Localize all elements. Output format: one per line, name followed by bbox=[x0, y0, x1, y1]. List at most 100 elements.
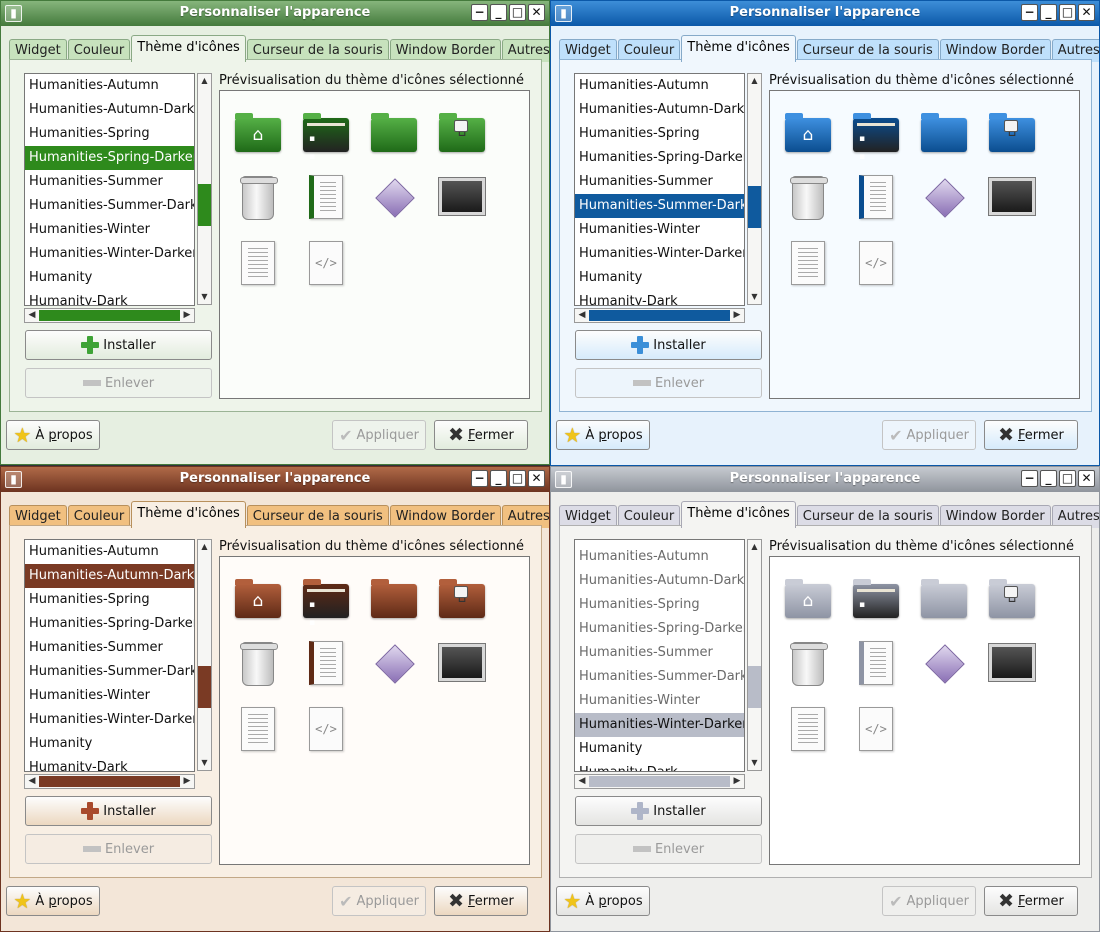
list-item[interactable]: Humanity-Dark bbox=[25, 290, 194, 305]
scroll-down-arrow-icon[interactable]: ▼ bbox=[748, 756, 761, 770]
close-window-button[interactable]: ✕ bbox=[528, 4, 545, 21]
list-item[interactable]: Humanities-Winter bbox=[575, 218, 744, 242]
list-item[interactable]: Humanities-Summer-Darker bbox=[575, 665, 744, 689]
list-item[interactable]: Humanities-Summer bbox=[575, 170, 744, 194]
list-item[interactable]: Humanities-Summer bbox=[575, 641, 744, 665]
install-button[interactable]: Installer bbox=[575, 796, 762, 826]
remove-button[interactable]: Enlever bbox=[575, 834, 762, 864]
list-item[interactable]: Humanities-Winter bbox=[575, 689, 744, 713]
help-button[interactable]: − bbox=[1021, 470, 1038, 487]
apply-button[interactable]: ✔ Appliquer bbox=[882, 420, 976, 450]
list-item[interactable]: Humanities-Spring-Darker bbox=[25, 146, 194, 170]
list-item[interactable]: Humanities-Autumn-Darker bbox=[25, 564, 194, 588]
list-item[interactable]: Humanity bbox=[575, 266, 744, 290]
about-button[interactable]: ★ À propos bbox=[6, 886, 100, 916]
scrollbar-thumb[interactable] bbox=[39, 310, 180, 321]
scroll-down-arrow-icon[interactable]: ▼ bbox=[198, 290, 211, 304]
list-item[interactable]: Humanity-Dark bbox=[575, 761, 744, 771]
list-item[interactable]: Humanities-Summer bbox=[25, 636, 194, 660]
apply-button[interactable]: ✔ Appliquer bbox=[332, 886, 426, 916]
scroll-left-arrow-icon[interactable]: ◀ bbox=[25, 775, 39, 788]
list-item[interactable]: Humanities-Autumn bbox=[575, 74, 744, 98]
list-item[interactable]: Humanities-Autumn bbox=[25, 74, 194, 98]
scrollbar-thumb[interactable] bbox=[748, 666, 761, 708]
scrollbar-thumb[interactable] bbox=[198, 666, 211, 708]
maximize-button[interactable]: □ bbox=[509, 4, 526, 21]
minimize-button[interactable]: _ bbox=[490, 470, 507, 487]
list-item[interactable]: Humanity-Dark bbox=[575, 290, 744, 305]
list-item[interactable]: Humanities-Winter-Darker bbox=[575, 713, 744, 737]
scrollbar-thumb[interactable] bbox=[198, 184, 211, 226]
close-window-button[interactable]: ✕ bbox=[1078, 470, 1095, 487]
list-vertical-scrollbar[interactable]: ▲ ▼ bbox=[197, 73, 212, 305]
list-item[interactable]: Humanities-Autumn-Darker bbox=[575, 98, 744, 122]
maximize-button[interactable]: □ bbox=[509, 470, 526, 487]
minimize-button[interactable]: _ bbox=[1040, 4, 1057, 21]
list-item[interactable]: Humanity bbox=[575, 737, 744, 761]
help-button[interactable]: − bbox=[471, 4, 488, 21]
list-vertical-scrollbar[interactable]: ▲ ▼ bbox=[747, 539, 762, 771]
close-button[interactable]: ✖ Fermer bbox=[434, 420, 528, 450]
close-button[interactable]: ✖ Fermer bbox=[984, 886, 1078, 916]
tab-2[interactable]: Thème d'icônes bbox=[681, 501, 796, 528]
list-item[interactable]: Humanity-Dark bbox=[25, 756, 194, 771]
scrollbar-thumb[interactable] bbox=[589, 310, 730, 321]
list-item[interactable]: Humanities-Summer-Darker bbox=[25, 660, 194, 684]
list-item[interactable]: Humanities-Winter bbox=[25, 684, 194, 708]
list-horizontal-scrollbar[interactable]: ◀ ▶ bbox=[24, 308, 195, 323]
close-window-button[interactable]: ✕ bbox=[1078, 4, 1095, 21]
title-bar[interactable]: ▮ Personnaliser l'apparence − _ □ ✕ bbox=[1, 1, 549, 26]
minimize-button[interactable]: _ bbox=[490, 4, 507, 21]
scroll-down-arrow-icon[interactable]: ▼ bbox=[748, 290, 761, 304]
scroll-right-arrow-icon[interactable]: ▶ bbox=[730, 309, 744, 322]
scroll-right-arrow-icon[interactable]: ▶ bbox=[730, 775, 744, 788]
list-item[interactable]: Humanities-Spring-Darker bbox=[25, 612, 194, 636]
list-item[interactable]: Humanities-Spring bbox=[25, 122, 194, 146]
list-vertical-scrollbar[interactable]: ▲ ▼ bbox=[747, 73, 762, 305]
list-item[interactable]: Humanities-Autumn-Darker bbox=[575, 569, 744, 593]
apply-button[interactable]: ✔ Appliquer bbox=[332, 420, 426, 450]
close-button[interactable]: ✖ Fermer bbox=[984, 420, 1078, 450]
title-bar[interactable]: ▮ Personnaliser l'apparence − _ □ ✕ bbox=[1, 467, 549, 492]
remove-button[interactable]: Enlever bbox=[575, 368, 762, 398]
list-item[interactable]: Humanity bbox=[25, 732, 194, 756]
minimize-button[interactable]: _ bbox=[1040, 470, 1057, 487]
theme-list[interactable]: Humanities-Autumn Humanities-Autumn-Darke… bbox=[574, 73, 745, 306]
title-bar[interactable]: ▮ Personnaliser l'apparence − _ □ ✕ bbox=[551, 1, 1099, 26]
apply-button[interactable]: ✔ Appliquer bbox=[882, 886, 976, 916]
tab-2[interactable]: Thème d'icônes bbox=[131, 501, 246, 528]
scroll-right-arrow-icon[interactable]: ▶ bbox=[180, 775, 194, 788]
list-item[interactable]: Humanities-Winter bbox=[25, 218, 194, 242]
list-item[interactable]: Humanities-Winter-Darker bbox=[25, 708, 194, 732]
install-button[interactable]: Installer bbox=[25, 330, 212, 360]
title-bar[interactable]: ▮ Personnaliser l'apparence − _ □ ✕ bbox=[551, 467, 1099, 492]
list-item[interactable]: Humanities-Spring-Darker bbox=[575, 617, 744, 641]
list-item[interactable]: Humanities-Autumn bbox=[575, 545, 744, 569]
remove-button[interactable]: Enlever bbox=[25, 368, 212, 398]
list-item[interactable]: Humanities-Spring-Darker bbox=[575, 146, 744, 170]
list-item[interactable]: Humanity bbox=[25, 266, 194, 290]
list-vertical-scrollbar[interactable]: ▲ ▼ bbox=[197, 539, 212, 771]
list-item[interactable]: Humanities-Spring bbox=[575, 593, 744, 617]
scrollbar-thumb[interactable] bbox=[748, 186, 761, 228]
scroll-up-arrow-icon[interactable]: ▲ bbox=[748, 540, 761, 554]
list-item[interactable]: Humanities-Summer-Darker bbox=[575, 194, 744, 218]
scroll-up-arrow-icon[interactable]: ▲ bbox=[748, 74, 761, 88]
list-item[interactable]: Humanities-Summer bbox=[25, 170, 194, 194]
scrollbar-thumb[interactable] bbox=[39, 776, 180, 787]
close-button[interactable]: ✖ Fermer bbox=[434, 886, 528, 916]
help-button[interactable]: − bbox=[1021, 4, 1038, 21]
remove-button[interactable]: Enlever bbox=[25, 834, 212, 864]
list-item[interactable]: Humanities-Summer-Darker bbox=[25, 194, 194, 218]
scroll-up-arrow-icon[interactable]: ▲ bbox=[198, 540, 211, 554]
scroll-left-arrow-icon[interactable]: ◀ bbox=[25, 309, 39, 322]
list-horizontal-scrollbar[interactable]: ◀ ▶ bbox=[574, 774, 745, 789]
theme-list[interactable]: Humanities-Autumn Humanities-Autumn-Darke… bbox=[574, 539, 745, 772]
list-item[interactable]: Humanities-Spring bbox=[575, 122, 744, 146]
list-item[interactable]: Humanities-Spring bbox=[25, 588, 194, 612]
close-window-button[interactable]: ✕ bbox=[528, 470, 545, 487]
install-button[interactable]: Installer bbox=[575, 330, 762, 360]
scroll-left-arrow-icon[interactable]: ◀ bbox=[575, 309, 589, 322]
help-button[interactable]: − bbox=[471, 470, 488, 487]
list-item[interactable]: Humanities-Winter-Darker bbox=[25, 242, 194, 266]
